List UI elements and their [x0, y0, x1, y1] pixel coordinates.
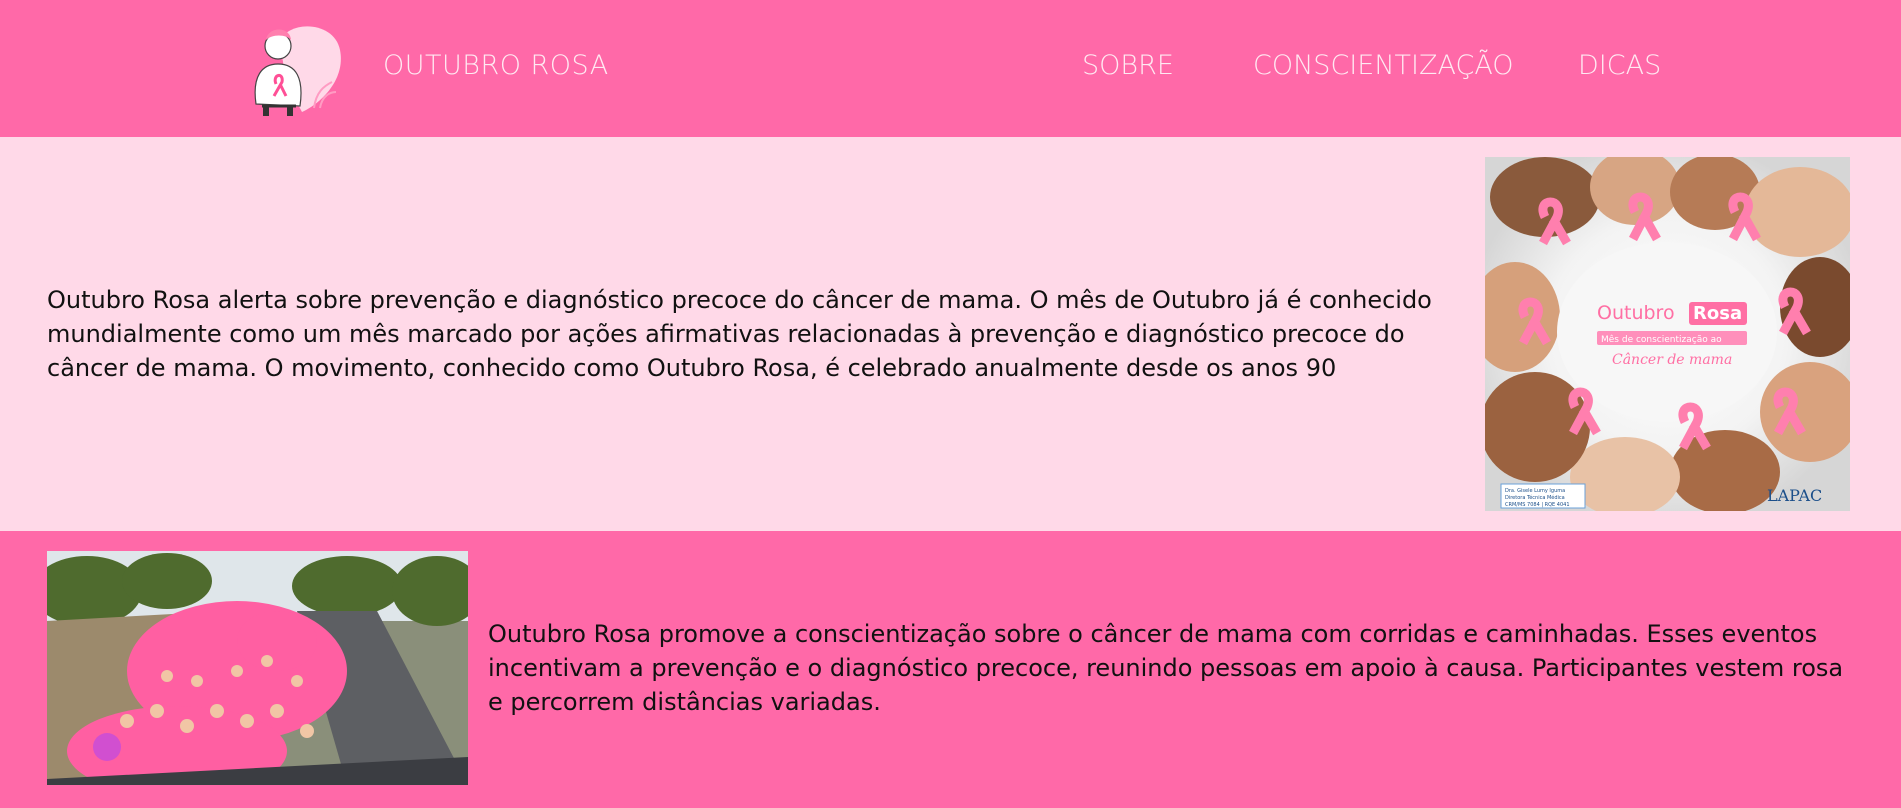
badge-line-3: CRM/MS 7084 | RQE 4041 [1505, 502, 1570, 508]
nav-link-sobre[interactable]: SOBRE [1082, 50, 1174, 81]
awareness-section: Outubro Rosa promove a conscientização s… [0, 531, 1901, 808]
image-title-outubro: Outubro [1597, 302, 1675, 324]
site-brand[interactable]: OUTUBRO ROSA [383, 50, 609, 81]
image-script-text: Câncer de mama [1612, 352, 1732, 368]
badge-line-1: Dra. Gisele Lumy Iguma [1505, 488, 1565, 494]
nav-link-dicas[interactable]: DICAS [1578, 50, 1661, 81]
image-subtitle: Mês de conscientização ao [1601, 334, 1722, 345]
person-with-pink-ribbon-icon[interactable] [242, 22, 342, 116]
pink-walk-photo [47, 551, 468, 785]
hands-ribbons-image: Outubro Rosa Mês de conscientização ao C… [1485, 157, 1850, 511]
nav-link-conscientizacao[interactable]: CONSCIENTIZAÇÃO [1253, 50, 1514, 81]
lapac-logo-text: LAPAC [1767, 486, 1822, 505]
awareness-paragraph: Outubro Rosa promove a conscientização s… [488, 620, 1844, 716]
about-paragraph: Outubro Rosa alerta sobre prevenção e di… [47, 286, 1432, 382]
badge-line-2: Diretora Técnica Médica [1505, 494, 1565, 501]
about-section: Outubro Rosa alerta sobre prevenção e di… [0, 137, 1901, 531]
site-header: OUTUBRO ROSA SOBRE CONSCIENTIZAÇÃO DICAS [0, 0, 1901, 137]
image-title-rosa: Rosa [1693, 303, 1742, 324]
